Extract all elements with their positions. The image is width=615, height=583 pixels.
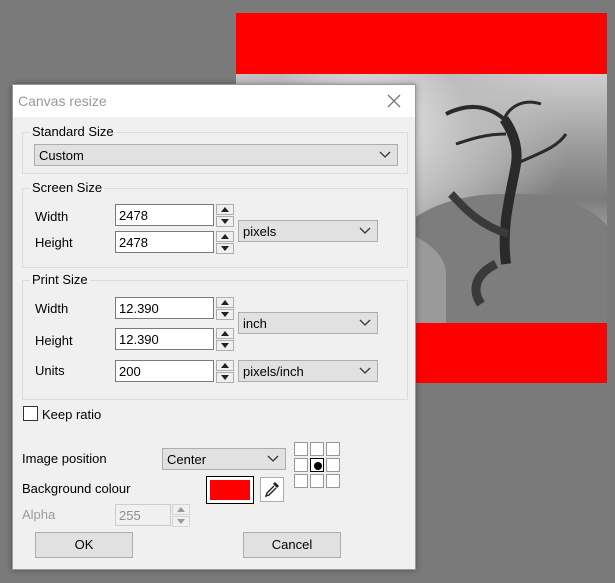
anchor-middle-right[interactable]	[326, 458, 340, 472]
anchor-top-center[interactable]	[310, 442, 324, 456]
spin-up-button[interactable]	[216, 297, 234, 308]
resolution-units-label: Units	[35, 363, 65, 378]
print-width-spinner[interactable]	[216, 297, 234, 320]
spin-up-button[interactable]	[216, 204, 234, 215]
canvas-resize-dialog: Canvas resize Standard Size Custom Scree…	[12, 84, 416, 570]
print-size-label: Print Size	[30, 272, 90, 287]
spin-down-button[interactable]	[216, 243, 234, 254]
standard-size-value: Custom	[39, 148, 84, 163]
arrow-down-icon	[221, 219, 229, 224]
chevron-down-icon	[359, 319, 371, 326]
cancel-button[interactable]: Cancel	[243, 532, 341, 558]
screen-unit-select[interactable]: pixels	[238, 220, 378, 242]
arrow-up-icon	[177, 507, 185, 512]
print-size-group	[22, 280, 408, 400]
keep-ratio-checkbox[interactable]	[23, 406, 38, 421]
standard-size-label: Standard Size	[30, 124, 116, 139]
arrow-up-icon	[221, 234, 229, 239]
background-colour-swatch[interactable]	[206, 476, 254, 504]
resolution-input[interactable]: 200	[115, 360, 214, 382]
spin-down-button[interactable]	[216, 309, 234, 320]
screen-width-spinner[interactable]	[216, 204, 234, 227]
anchor-bottom-center[interactable]	[310, 474, 324, 488]
alpha-label: Alpha	[22, 507, 56, 522]
anchor-top-left[interactable]	[294, 442, 308, 456]
anchor-top-right[interactable]	[326, 442, 340, 456]
print-height-input[interactable]: 12.390	[115, 328, 214, 350]
arrow-up-icon	[221, 207, 229, 212]
anchor-selected-dot	[314, 462, 322, 470]
arrow-up-icon	[221, 331, 229, 336]
arrow-up-icon	[221, 300, 229, 305]
image-position-value: Center	[167, 452, 207, 467]
print-unit-value: inch	[243, 316, 267, 331]
image-position-select[interactable]: Center	[162, 448, 286, 470]
spin-down-button[interactable]	[216, 216, 234, 227]
arrow-down-icon	[221, 246, 229, 251]
arrow-up-icon	[221, 363, 229, 368]
arrow-down-icon	[221, 312, 229, 317]
chevron-down-icon	[379, 151, 391, 158]
image-position-label: Image position	[22, 451, 107, 466]
arrow-down-icon	[221, 375, 229, 380]
resolution-unit-select[interactable]: pixels/inch	[238, 360, 378, 382]
screen-size-label: Screen Size	[30, 180, 105, 195]
chevron-down-icon	[359, 367, 371, 374]
dialog-title: Canvas resize	[18, 93, 107, 109]
spin-down-button[interactable]	[216, 372, 234, 383]
alpha-input[interactable]: 255	[115, 504, 171, 526]
print-unit-select[interactable]: inch	[238, 312, 378, 334]
print-height-label: Height	[35, 333, 73, 348]
screen-height-input[interactable]: 2478	[115, 231, 214, 253]
screen-width-input[interactable]: 2478	[115, 204, 214, 226]
keep-ratio-label[interactable]: Keep ratio	[42, 407, 101, 422]
screen-height-label: Height	[35, 235, 73, 250]
screen-unit-value: pixels	[243, 224, 277, 239]
arrow-down-icon	[177, 519, 185, 524]
screen-height-spinner[interactable]	[216, 231, 234, 254]
screen-width-label: Width	[35, 209, 69, 224]
spin-up-button[interactable]	[216, 360, 234, 371]
swatch-fill	[210, 480, 250, 500]
resolution-spinner[interactable]	[216, 360, 234, 383]
anchor-middle-left[interactable]	[294, 458, 308, 472]
print-width-label: Width	[35, 301, 69, 316]
arrow-down-icon	[221, 343, 229, 348]
anchor-bottom-left[interactable]	[294, 474, 308, 488]
close-icon	[387, 94, 401, 108]
anchor-bottom-right[interactable]	[326, 474, 340, 488]
close-button[interactable]	[383, 90, 405, 112]
title-bar: Canvas resize	[13, 85, 415, 117]
resolution-unit-value: pixels/inch	[243, 364, 304, 379]
spin-up-button[interactable]	[216, 328, 234, 339]
chevron-down-icon	[267, 455, 279, 462]
spin-up-button[interactable]	[172, 504, 190, 515]
background-colour-label: Background colour	[22, 481, 131, 496]
spin-down-button[interactable]	[216, 340, 234, 351]
print-width-input[interactable]: 12.390	[115, 297, 214, 319]
print-height-spinner[interactable]	[216, 328, 234, 351]
eyedropper-icon	[264, 482, 279, 498]
eyedropper-button[interactable]	[260, 477, 284, 502]
spin-up-button[interactable]	[216, 231, 234, 242]
alpha-spinner[interactable]	[172, 504, 190, 527]
anchor-center[interactable]	[310, 458, 324, 472]
spin-down-button[interactable]	[172, 516, 190, 527]
ok-button[interactable]: OK	[35, 532, 133, 558]
standard-size-select[interactable]: Custom	[34, 144, 398, 166]
anchor-grid	[294, 442, 340, 488]
chevron-down-icon	[359, 227, 371, 234]
